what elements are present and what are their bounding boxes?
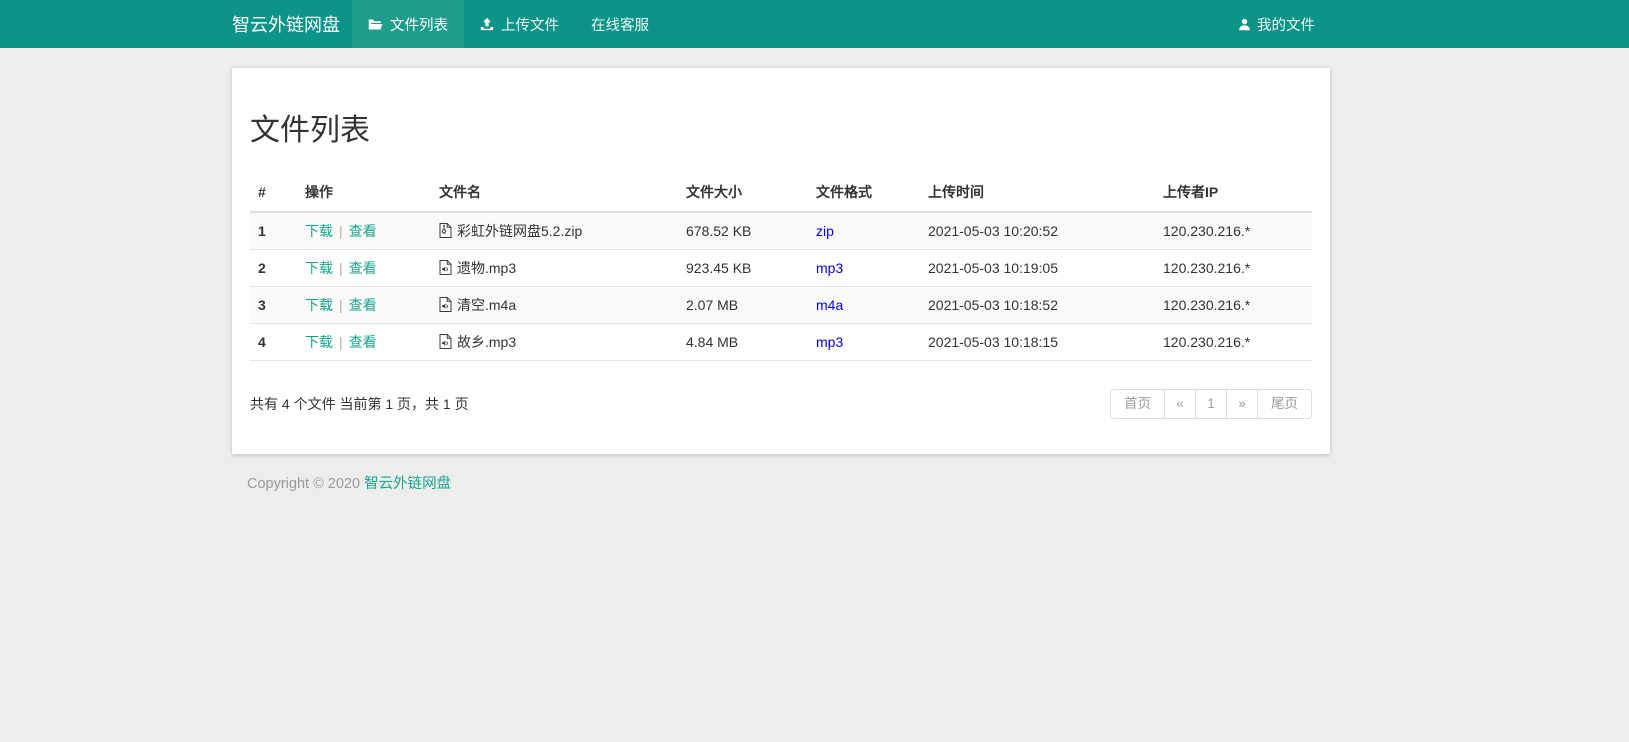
nav-item-label: 在线客服 — [591, 14, 649, 35]
row-size: 2.07 MB — [678, 287, 808, 324]
user-icon — [1238, 18, 1251, 31]
header-actions: 操作 — [297, 173, 431, 212]
footer-site-link[interactable]: 智云外链网盘 — [364, 476, 451, 492]
download-link[interactable]: 下载 — [305, 260, 333, 276]
row-index: 1 — [250, 212, 297, 250]
filename-text: 故乡.mp3 — [457, 334, 516, 350]
format-link[interactable]: m4a — [816, 297, 843, 313]
row-upload-time: 2021-05-03 10:20:52 — [920, 212, 1155, 250]
action-separator: | — [339, 260, 343, 276]
format-link[interactable]: mp3 — [816, 334, 843, 350]
nav-item-support[interactable]: 在线客服 — [575, 0, 665, 48]
download-link[interactable]: 下载 — [305, 223, 333, 239]
table-row: 3 下载 | 查看 清空.m4a 2.07 MB m4a — [250, 287, 1312, 324]
row-filename-cell: 清空.m4a — [431, 287, 678, 324]
nav-item-upload[interactable]: 上传文件 — [464, 0, 575, 48]
row-format: mp3 — [808, 250, 920, 287]
pagination-next[interactable]: » — [1226, 389, 1258, 419]
row-uploader-ip: 120.230.216.* — [1155, 324, 1312, 361]
row-filename-cell: 彩虹外链网盘5.2.zip — [431, 212, 678, 250]
pagination: 首页 « 1 » 尾页 — [1110, 389, 1312, 419]
audio-file-icon — [439, 297, 452, 315]
navbar: 智云外链网盘 文件列表 上传文件 在线客服 — [0, 0, 1629, 48]
row-filename-cell: 故乡.mp3 — [431, 324, 678, 361]
row-size: 923.45 KB — [678, 250, 808, 287]
row-actions: 下载 | 查看 — [297, 212, 431, 250]
page-title: 文件列表 — [250, 105, 1312, 149]
pagination-prev[interactable]: « — [1164, 389, 1196, 419]
view-link[interactable]: 查看 — [349, 334, 377, 350]
row-format: zip — [808, 212, 920, 250]
table-footer: 共有 4 个文件 当前第 1 页，共 1 页 首页 « 1 » 尾页 — [250, 389, 1312, 419]
row-uploader-ip: 120.230.216.* — [1155, 212, 1312, 250]
table-row: 2 下载 | 查看 遗物.mp3 923.45 KB mp3 — [250, 250, 1312, 287]
header-upload-time: 上传时间 — [920, 173, 1155, 212]
nav-item-label: 我的文件 — [1257, 14, 1315, 35]
nav-item-label: 上传文件 — [501, 14, 559, 35]
row-index: 4 — [250, 324, 297, 361]
header-uploader-ip: 上传者IP — [1155, 173, 1312, 212]
copyright-text: Copyright © 2020 — [247, 476, 360, 492]
brand-label: 智云外链网盘 — [232, 11, 340, 37]
row-size: 678.52 KB — [678, 212, 808, 250]
header-index: # — [250, 173, 297, 212]
filename-text: 遗物.mp3 — [457, 260, 516, 276]
table-row: 4 下载 | 查看 故乡.mp3 4.84 MB mp3 — [250, 324, 1312, 361]
upload-icon — [480, 17, 494, 31]
navbar-container: 智云外链网盘 文件列表 上传文件 在线客服 — [232, 0, 1330, 48]
table-header-row: # 操作 文件名 文件大小 文件格式 上传时间 上传者IP — [250, 173, 1312, 212]
row-uploader-ip: 120.230.216.* — [1155, 250, 1312, 287]
audio-file-icon — [439, 260, 452, 278]
view-link[interactable]: 查看 — [349, 260, 377, 276]
row-filename-cell: 遗物.mp3 — [431, 250, 678, 287]
row-index: 3 — [250, 287, 297, 324]
row-format: mp3 — [808, 324, 920, 361]
nav-item-my-files[interactable]: 我的文件 — [1223, 0, 1330, 48]
row-upload-time: 2021-05-03 10:18:52 — [920, 287, 1155, 324]
row-upload-time: 2021-05-03 10:19:05 — [920, 250, 1155, 287]
nav-item-label: 文件列表 — [390, 14, 448, 35]
row-index: 2 — [250, 250, 297, 287]
header-filename: 文件名 — [431, 173, 678, 212]
brand-link[interactable]: 智云外链网盘 — [232, 0, 340, 48]
action-separator: | — [339, 223, 343, 239]
format-link[interactable]: zip — [816, 223, 834, 239]
table-row: 1 下载 | 查看 彩虹外链网盘5.2.zip 678.52 KB — [250, 212, 1312, 250]
row-actions: 下载 | 查看 — [297, 250, 431, 287]
folder-open-icon — [368, 17, 383, 31]
view-link[interactable]: 查看 — [349, 223, 377, 239]
download-link[interactable]: 下载 — [305, 297, 333, 313]
pagination-last-page[interactable]: 尾页 — [1257, 389, 1312, 419]
row-uploader-ip: 120.230.216.* — [1155, 287, 1312, 324]
pagination-first-page[interactable]: 首页 — [1110, 389, 1165, 419]
filename-text: 彩虹外链网盘5.2.zip — [457, 223, 582, 239]
file-list-card: 文件列表 # 操作 文件名 文件大小 文件格式 上传时间 上传者IP 1 下载 |… — [232, 68, 1330, 454]
audio-file-icon — [439, 334, 452, 352]
file-count-summary: 共有 4 个文件 当前第 1 页，共 1 页 — [250, 394, 469, 414]
row-format: m4a — [808, 287, 920, 324]
action-separator: | — [339, 334, 343, 350]
header-size: 文件大小 — [678, 173, 808, 212]
archive-file-icon — [439, 223, 452, 241]
row-upload-time: 2021-05-03 10:18:15 — [920, 324, 1155, 361]
nav-item-file-list[interactable]: 文件列表 — [352, 0, 464, 48]
format-link[interactable]: mp3 — [816, 260, 843, 276]
row-size: 4.84 MB — [678, 324, 808, 361]
action-separator: | — [339, 297, 343, 313]
pagination-page-1[interactable]: 1 — [1195, 389, 1227, 419]
file-table: # 操作 文件名 文件大小 文件格式 上传时间 上传者IP 1 下载 | 查看 — [250, 173, 1312, 361]
row-actions: 下载 | 查看 — [297, 324, 431, 361]
site-footer: Copyright © 2020 智云外链网盘 — [232, 472, 1330, 493]
row-actions: 下载 | 查看 — [297, 287, 431, 324]
filename-text: 清空.m4a — [457, 297, 516, 313]
header-format: 文件格式 — [808, 173, 920, 212]
download-link[interactable]: 下载 — [305, 334, 333, 350]
view-link[interactable]: 查看 — [349, 297, 377, 313]
